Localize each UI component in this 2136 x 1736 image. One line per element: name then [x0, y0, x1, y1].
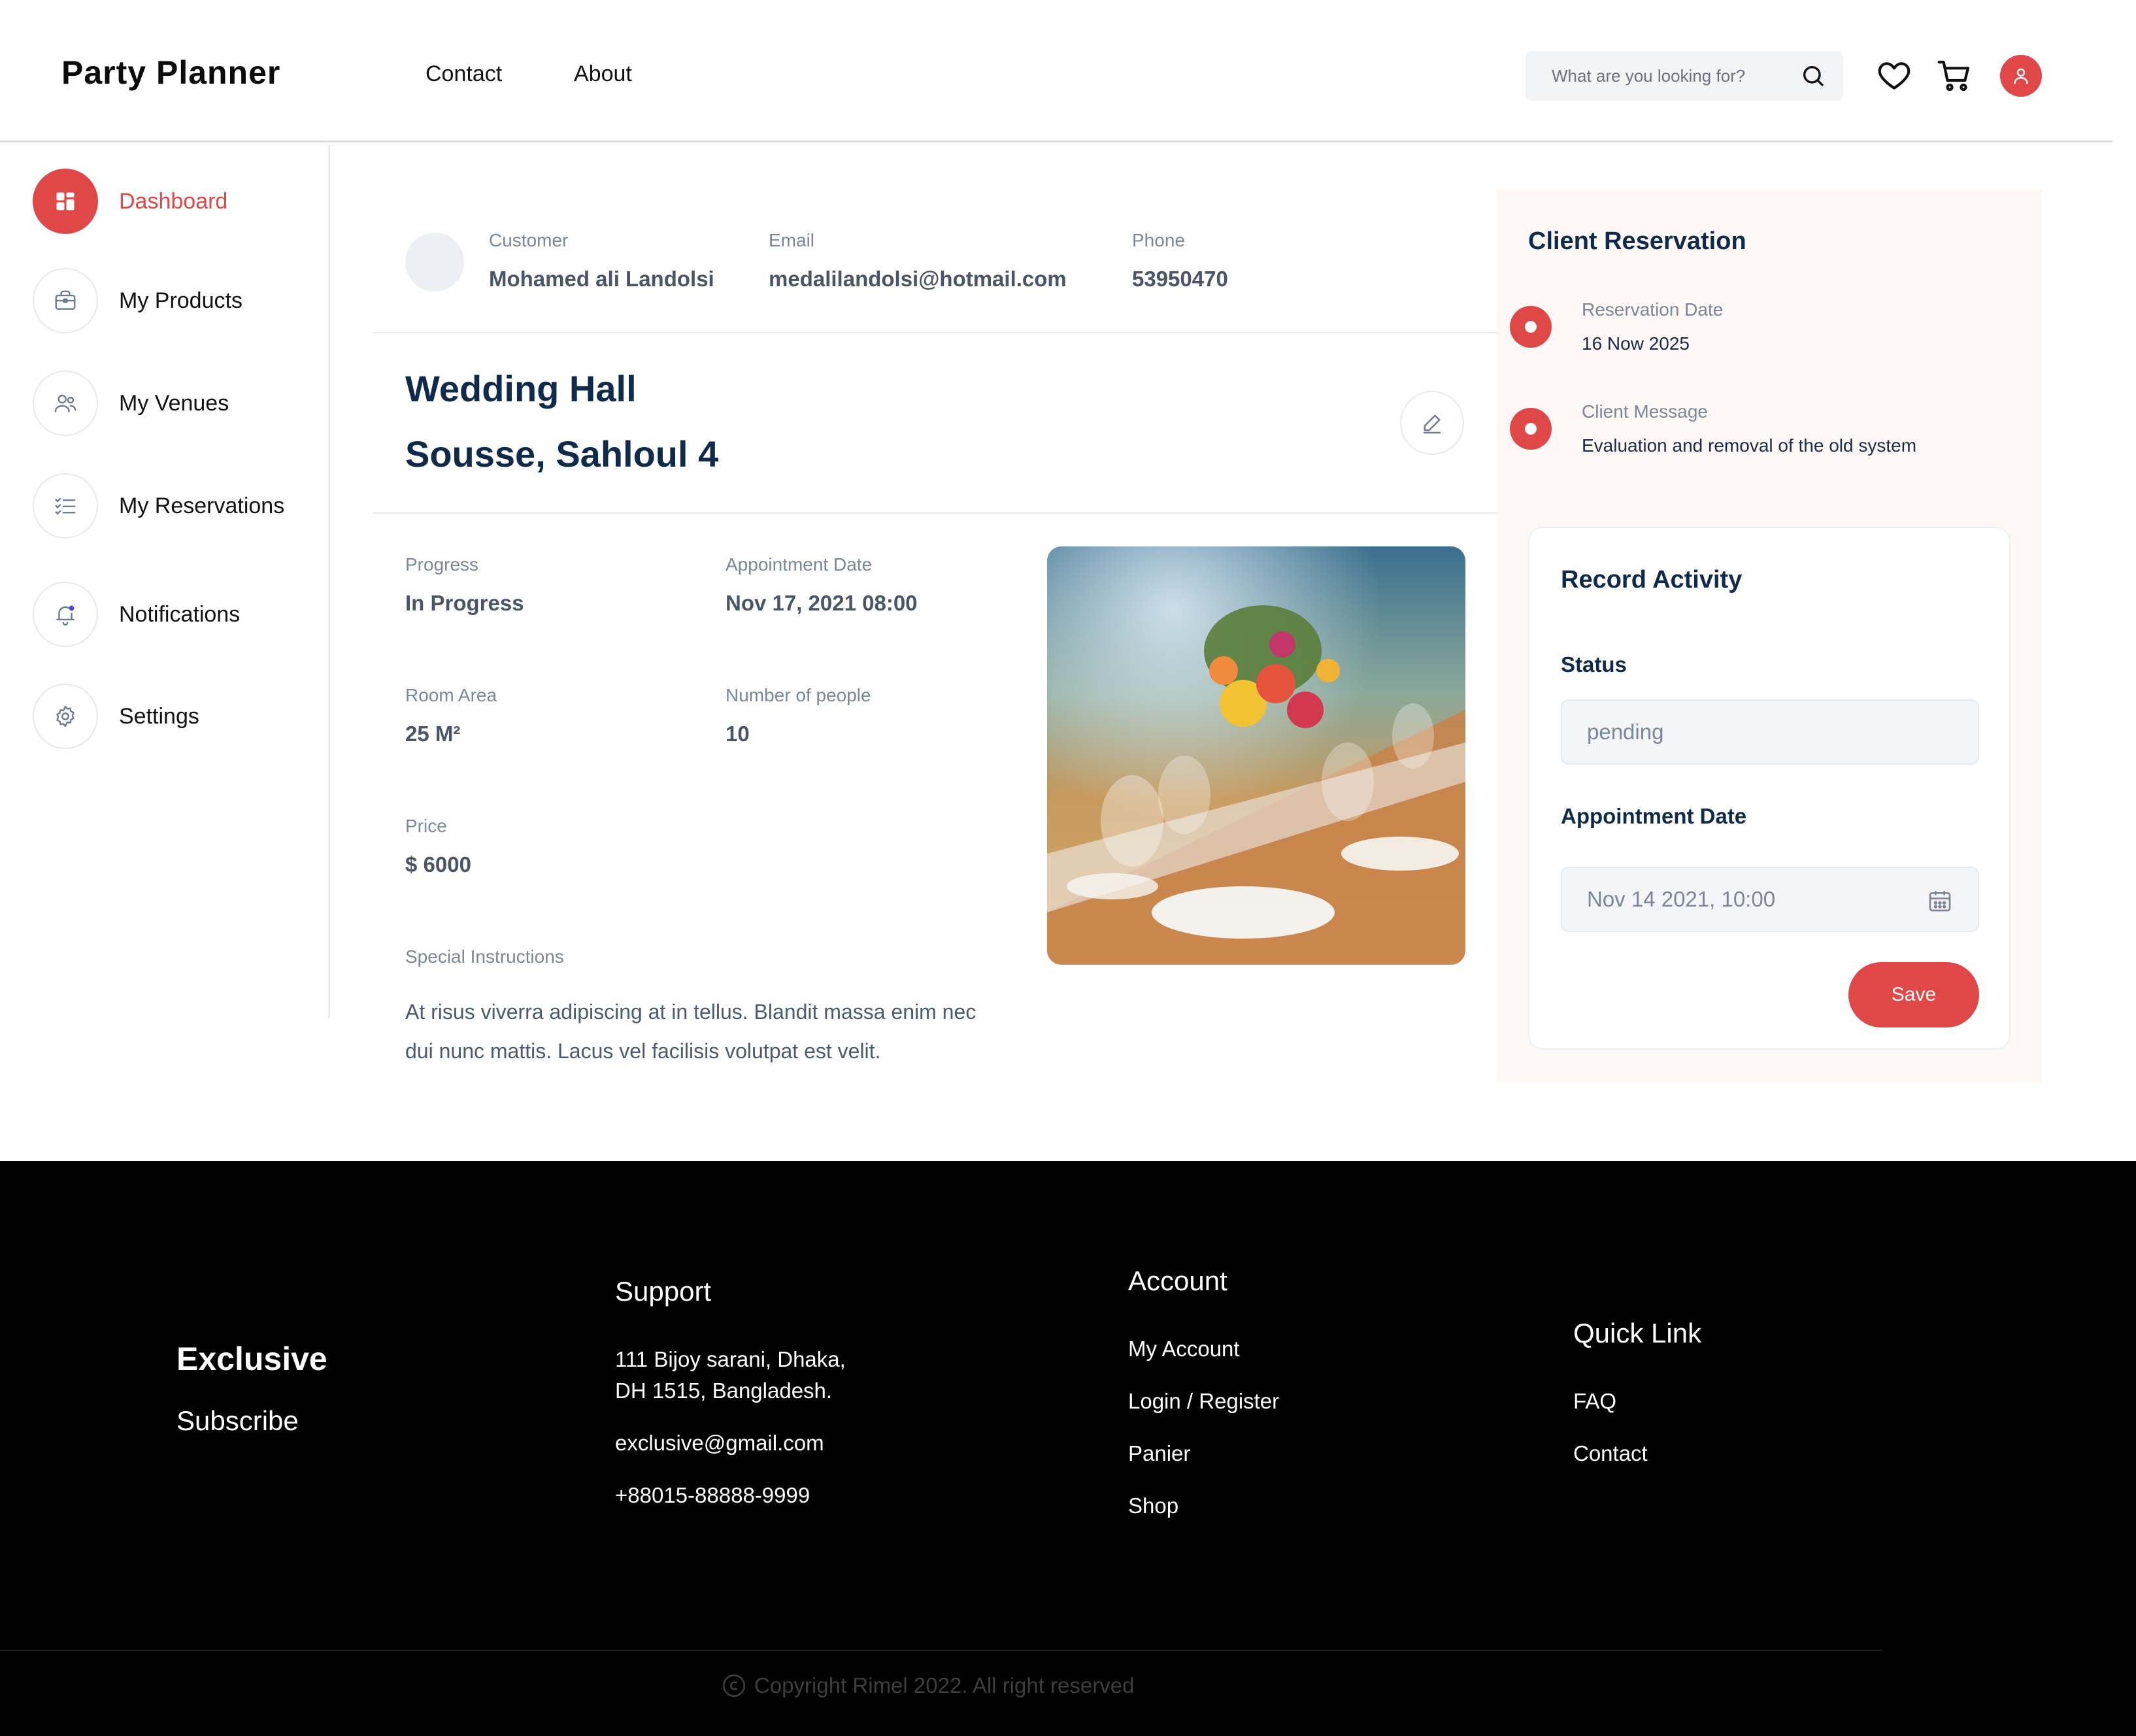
appointment-date-field[interactable]: Nov 14 2021, 10:00 — [1561, 867, 1979, 932]
email-label: Email — [769, 230, 815, 250]
sidebar-item-label: My Reservations — [119, 493, 285, 518]
footer-link-login-register[interactable]: Login / Register — [1128, 1386, 1279, 1417]
price-value: $ 6000 — [405, 852, 471, 876]
footer-link-shop[interactable]: Shop — [1128, 1490, 1178, 1522]
phone-label: Phone — [1132, 230, 1185, 250]
price-label: Price — [405, 816, 447, 836]
room-area-value: 25 M² — [405, 722, 461, 746]
appointment-date-value: Nov 17, 2021 08:00 — [726, 591, 918, 615]
timeline-dot — [1510, 306, 1552, 348]
sidebar-item-my-venues[interactable]: My Venues — [33, 371, 229, 436]
client-reservation-title: Client Reservation — [1528, 227, 1746, 255]
dashboard-icon — [56, 192, 75, 210]
sidebar-item-my-products[interactable]: My Products — [33, 268, 242, 333]
search-bar — [1526, 51, 1843, 101]
progress-label: Progress — [405, 554, 479, 575]
footer-brand[interactable]: Exclusive — [176, 1340, 327, 1378]
briefcase-icon — [55, 290, 76, 310]
reservation-date-label: Reservation Date — [1582, 299, 1724, 320]
support-phone[interactable]: +88015-88888-9999 — [615, 1480, 810, 1511]
people-value: 10 — [726, 722, 750, 746]
copyright: Copyright Rimel 2022. All right reserved — [722, 1673, 1134, 1698]
sidebar-item-notifications[interactable]: Notifications — [33, 582, 240, 647]
instructions-label: Special Instructions — [405, 946, 564, 967]
footer-link-contact[interactable]: Contact — [1573, 1438, 1648, 1469]
footer-link-faq[interactable]: FAQ — [1573, 1386, 1616, 1417]
footer-link-my-account[interactable]: My Account — [1128, 1333, 1240, 1365]
sidebar-icon-wrap — [33, 582, 98, 647]
copyright-text: Copyright Rimel 2022. All right reserved — [754, 1673, 1135, 1697]
sidebar-item-label: Notifications — [119, 601, 241, 627]
people-label: Number of people — [726, 685, 871, 705]
sidebar-icon-wrap — [33, 268, 98, 333]
sidebar-icon-wrap — [33, 473, 98, 539]
sidebar-item-settings[interactable]: Settings — [33, 684, 199, 749]
record-activity-card: Record Activity Status pending Appointme… — [1528, 527, 2011, 1050]
footer-divider — [0, 1650, 1882, 1651]
sidebar-item-my-reservations[interactable]: My Reservations — [33, 473, 284, 539]
venue-photo — [1047, 546, 1465, 965]
appointment-date-label: Appointment Date — [726, 554, 873, 575]
timeline-dot — [1510, 408, 1552, 450]
status-field[interactable]: pending — [1561, 699, 1979, 765]
user-avatar[interactable] — [2000, 55, 2042, 97]
divider — [373, 512, 1497, 514]
gear-icon — [56, 705, 75, 727]
brand-logo[interactable]: Party Planner — [61, 54, 280, 92]
venue-location: Sousse, Sahloul 4 — [405, 433, 719, 475]
calendar-icon[interactable] — [1927, 888, 1953, 914]
client-message-label: Client Message — [1582, 401, 1708, 422]
edit-button[interactable] — [1400, 391, 1464, 455]
divider — [373, 332, 1497, 333]
appointment-date-label: Appointment Date — [1561, 804, 1747, 828]
sidebar-item-dashboard[interactable]: Dashboard — [33, 169, 227, 234]
footer-subscribe[interactable]: Subscribe — [176, 1405, 299, 1437]
sidebar-item-label: Dashboard — [119, 188, 228, 214]
save-button[interactable]: Save — [1848, 962, 1979, 1027]
nav-about-link[interactable]: About — [574, 61, 632, 87]
sidebar-item-label: Settings — [119, 703, 199, 729]
status-label: Status — [1561, 652, 1627, 676]
sidebar-icon-wrap — [33, 684, 98, 749]
instructions-text: At risus viverra adipiscing at in tellus… — [405, 1000, 976, 1063]
sidebar: Dashboard My Products My Venues My Reser… — [0, 144, 330, 1018]
sidebar-icon-wrap — [33, 169, 98, 234]
customer-avatar — [405, 233, 464, 292]
bell-icon — [56, 605, 75, 626]
client-message-value: Evaluation and removal of the old system — [1582, 435, 1917, 456]
sidebar-icon-wrap — [33, 371, 98, 436]
reservation-date-value: 16 Now 2025 — [1582, 333, 1690, 354]
users-icon — [54, 394, 76, 412]
pencil-icon — [1423, 414, 1441, 434]
appointment-date-field-value: Nov 14 2021, 10:00 — [1587, 887, 1776, 911]
support-title: Support — [615, 1276, 712, 1307]
customer-name: Mohamed ali Landolsi — [489, 267, 714, 291]
account-title: Account — [1128, 1265, 1227, 1296]
user-icon — [2014, 68, 2028, 84]
sidebar-item-label: My Venues — [119, 390, 229, 416]
support-email[interactable]: exclusive@gmail.com — [615, 1427, 824, 1459]
room-area-label: Room Area — [405, 685, 497, 705]
record-activity-title: Record Activity — [1561, 566, 1743, 593]
footer: Exclusive Subscribe Support 111 Bijoy sa… — [0, 1161, 2136, 1736]
top-header: Party Planner Contact About — [0, 0, 2112, 142]
footer-link-panier[interactable]: Panier — [1128, 1438, 1190, 1469]
support-address-line2: DH 1515, Bangladesh. — [615, 1378, 833, 1403]
customer-email[interactable]: medalilandolsi@hotmail.com — [769, 267, 1067, 292]
search-input[interactable] — [1552, 51, 1787, 101]
customer-label: Customer — [489, 230, 569, 250]
cart-icon[interactable] — [1936, 58, 1973, 94]
client-reservation-panel: Client Reservation Reservation Date 16 N… — [1497, 190, 2042, 1082]
venue-title: Wedding Hall — [405, 368, 637, 409]
sidebar-item-label: My Products — [119, 288, 242, 313]
quick-link-title: Quick Link — [1573, 1318, 1702, 1348]
heart-icon[interactable] — [1876, 58, 1912, 94]
copyright-icon — [722, 1674, 746, 1697]
customer-phone[interactable]: 53950470 — [1132, 267, 1228, 292]
search-icon[interactable] — [1800, 63, 1826, 89]
nav-contact-link[interactable]: Contact — [426, 61, 502, 87]
support-address-line1: 111 Bijoy sarani, Dhaka, — [615, 1347, 846, 1371]
checklist-icon — [55, 497, 76, 515]
progress-value: In Progress — [405, 591, 524, 615]
